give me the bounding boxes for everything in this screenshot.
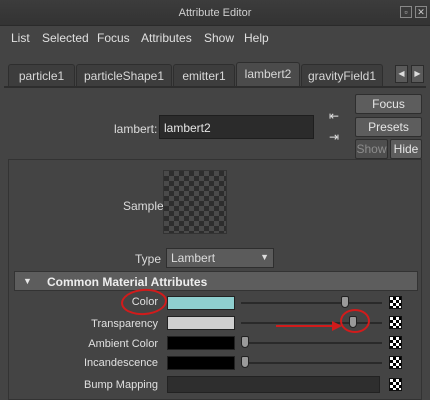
tab-scroll-left-icon[interactable]: ◀	[395, 65, 408, 83]
node-name-label: lambert:	[114, 122, 158, 136]
attr-label-bump-mapping: Bump Mapping	[84, 379, 158, 391]
tab-scroll-right-icon[interactable]: ▶	[411, 65, 424, 83]
map-button-ambient[interactable]	[389, 336, 402, 349]
sample-label: Sample	[123, 199, 164, 213]
slider-track-color[interactable]	[241, 302, 382, 304]
presets-button[interactable]: Presets	[355, 117, 422, 137]
menu-focus[interactable]: Focus	[97, 31, 130, 45]
slider-handle-ambient[interactable]	[241, 336, 249, 348]
tab-particle1[interactable]: particle1	[8, 64, 75, 86]
menu-attributes[interactable]: Attributes	[141, 31, 192, 45]
color-swatch-incandescence[interactable]	[167, 356, 235, 370]
annotation-arrow	[276, 321, 342, 331]
menu-selected[interactable]: Selected	[42, 31, 89, 45]
type-value: Lambert	[171, 251, 216, 265]
title-bar: Attribute Editor ▫ ✕	[0, 0, 430, 26]
show-button[interactable]: Show	[355, 139, 388, 159]
tab-lambert2[interactable]: lambert2	[236, 62, 300, 86]
input-connections-icon[interactable]: ⇤	[324, 108, 344, 124]
slider-handle-color[interactable]	[340, 296, 349, 308]
color-swatch-color[interactable]	[167, 296, 235, 310]
attr-label-ambient-color: Ambient Color	[88, 338, 158, 350]
menu-show[interactable]: Show	[204, 31, 234, 45]
color-swatch-transparency[interactable]	[167, 316, 235, 330]
section-title: Common Material Attributes	[47, 275, 208, 289]
collapse-triangle-icon[interactable]: ▼	[23, 276, 32, 286]
slider-track-ambient[interactable]	[241, 342, 382, 344]
menu-list[interactable]: List	[11, 31, 30, 45]
tab-gravityfield1[interactable]: gravityField1	[301, 64, 383, 86]
tab-particleshape1[interactable]: particleShape1	[76, 64, 172, 86]
node-name-field[interactable]: lambert2	[159, 115, 314, 139]
close-icon[interactable]: ✕	[415, 6, 427, 18]
output-connections-icon[interactable]: ⇥	[324, 129, 344, 145]
node-tab-bar: particle1 particleShape1 emitter1 lamber…	[0, 60, 430, 86]
bump-mapping-field[interactable]	[167, 376, 380, 393]
map-button-color[interactable]	[389, 296, 402, 309]
window-title: Attribute Editor	[178, 7, 252, 19]
material-sample-swatch	[163, 170, 227, 234]
map-button-transparency[interactable]	[389, 316, 402, 329]
focus-button[interactable]: Focus	[355, 94, 422, 114]
attr-label-transparency: Transparency	[91, 318, 158, 330]
chevron-down-icon: ▼	[260, 252, 269, 262]
section-common-material-attributes[interactable]: ▼ Common Material Attributes	[14, 271, 418, 291]
type-dropdown[interactable]: Lambert ▼	[166, 248, 274, 268]
restore-icon[interactable]: ▫	[400, 6, 412, 18]
menu-bar: List Selected Focus Attributes Show Help	[0, 27, 430, 49]
attr-label-incandescence: Incandescence	[84, 357, 158, 369]
tab-divider	[4, 86, 426, 88]
color-swatch-ambient[interactable]	[167, 336, 235, 350]
map-button-incandescence[interactable]	[389, 356, 402, 369]
hide-button[interactable]: Hide	[390, 139, 422, 159]
slider-handle-incandescence[interactable]	[241, 356, 249, 368]
map-button-bump[interactable]	[389, 378, 402, 391]
type-label: Type	[135, 252, 162, 266]
tab-emitter1[interactable]: emitter1	[173, 64, 235, 86]
menu-help[interactable]: Help	[244, 31, 269, 45]
slider-track-incandescence[interactable]	[241, 362, 382, 364]
